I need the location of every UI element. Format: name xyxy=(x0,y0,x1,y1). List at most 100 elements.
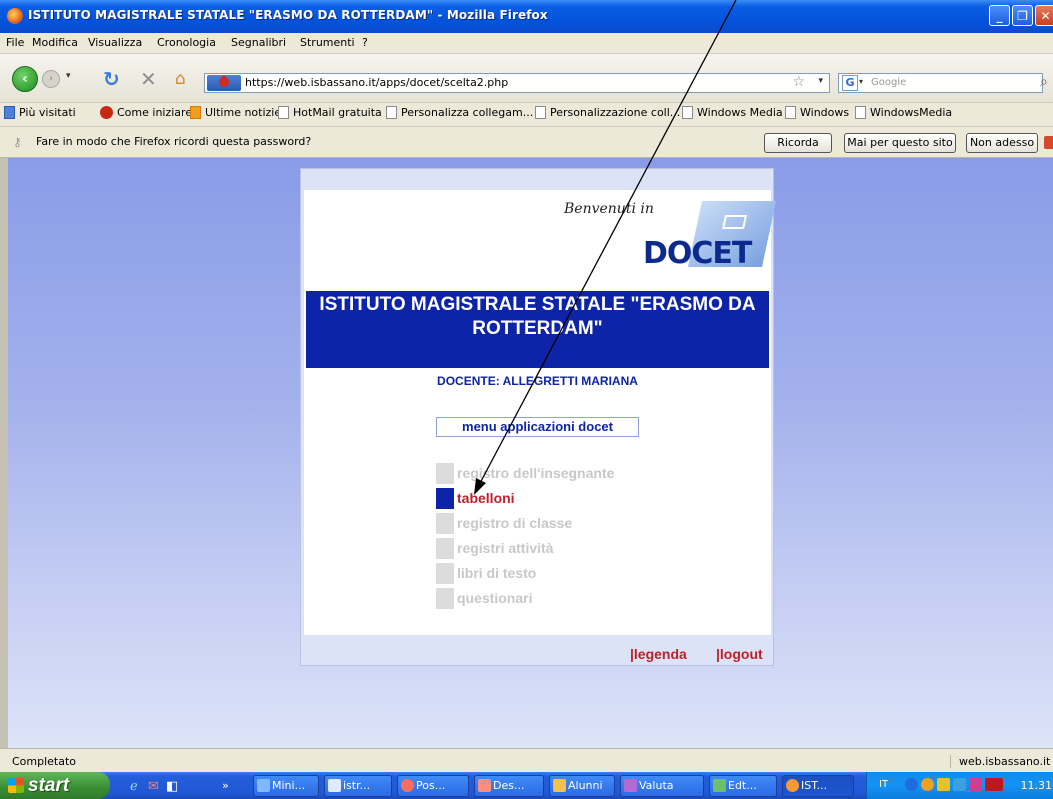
tray-mail-icon[interactable] xyxy=(969,778,982,791)
task-button[interactable]: Alunni xyxy=(549,775,615,797)
search-box[interactable]: G ▾ Google xyxy=(838,73,1043,93)
docet-logo: DOCET xyxy=(643,236,752,271)
bookmark-ultime-notizie[interactable]: Ultime notizie xyxy=(190,106,281,119)
legenda-link[interactable]: |legenda xyxy=(630,646,687,662)
menu-bullet xyxy=(436,463,454,484)
bookmark-personalizzazione[interactable]: Personalizzazione coll... xyxy=(535,106,680,119)
bookmark-label: Personalizzazione coll... xyxy=(550,106,681,119)
bookmark-come-iniziare[interactable]: Come iniziare xyxy=(100,106,192,119)
firefox-bookmark-icon xyxy=(100,106,113,119)
close-notification-icon[interactable] xyxy=(1044,136,1053,149)
menu-bullet xyxy=(436,488,454,509)
task-button[interactable]: istr... xyxy=(324,775,392,797)
clock: 11.31 xyxy=(1020,779,1053,792)
ie-quicklaunch-icon[interactable]: ℯ xyxy=(130,779,138,794)
status-bar: Completato web.isbassano.it xyxy=(0,748,1053,773)
menu-bullet xyxy=(436,538,454,559)
search-engine-icon[interactable]: G xyxy=(842,75,858,91)
teacher-name: DOCENTE: ALLEGRETTI MARIANA xyxy=(437,374,638,388)
not-now-button[interactable]: Non adesso xyxy=(966,133,1038,153)
menu-cronologia[interactable]: Cronologia xyxy=(157,36,216,49)
search-engine-dropdown-icon[interactable]: ▾ xyxy=(859,77,863,86)
task-button[interactable]: Pos... xyxy=(397,775,469,797)
bookmark-label: Più visitati xyxy=(19,106,76,119)
start-label: start xyxy=(28,775,70,796)
minimize-button[interactable]: _ xyxy=(989,5,1010,26)
bookmark-label: Ultime notizie xyxy=(205,106,282,119)
menu-item-label: libri di testo xyxy=(457,565,537,581)
forward-arrow-icon[interactable]: › xyxy=(42,70,60,88)
rss-icon xyxy=(190,106,201,119)
document-icon xyxy=(328,779,341,792)
users-icon xyxy=(553,779,566,792)
window-title: ISTITUTO MAGISTRALE STATALE "ERASMO DA R… xyxy=(28,8,548,22)
bookmark-label: Windows xyxy=(800,106,850,119)
task-label: Valuta xyxy=(639,779,674,792)
logout-link[interactable]: |logout xyxy=(716,646,763,662)
history-dropdown-icon[interactable]: ▾ xyxy=(66,71,71,81)
task-button-active[interactable]: IST... xyxy=(782,775,854,797)
bookmark-hotmail[interactable]: HotMail gratuita xyxy=(278,106,382,119)
bookmark-piu-visitati[interactable]: Più visitati xyxy=(4,106,76,119)
search-placeholder: Google xyxy=(871,77,907,88)
welcome-text: Benvenuti in xyxy=(564,201,654,217)
bookmark-star-icon[interactable]: ☆ xyxy=(792,74,805,90)
start-button[interactable]: start xyxy=(0,772,110,799)
mail-icon xyxy=(401,779,414,792)
bookmark-personalizza[interactable]: Personalizza collegam... xyxy=(386,106,533,119)
home-icon[interactable]: ⌂ xyxy=(175,67,186,91)
mail-quicklaunch-icon[interactable]: ✉ xyxy=(148,779,159,794)
remember-button[interactable]: Ricorda xyxy=(764,133,832,153)
close-button[interactable]: ✕ xyxy=(1035,5,1053,26)
back-arrow-icon[interactable]: ‹ xyxy=(12,66,38,92)
url-dropdown-icon[interactable]: ▾ xyxy=(818,76,823,86)
status-host: web.isbassano.it xyxy=(950,755,1050,768)
language-indicator[interactable]: IT xyxy=(879,779,888,790)
tray-arrow-icon[interactable] xyxy=(905,778,918,791)
firefox-icon xyxy=(786,779,799,792)
tray-security-icon[interactable] xyxy=(937,778,950,791)
task-button[interactable]: Mini... xyxy=(253,775,319,797)
maximize-button[interactable]: ❐ xyxy=(1012,5,1033,26)
page-icon xyxy=(785,106,796,119)
tray-network-icon[interactable] xyxy=(953,778,966,791)
school-banner: ISTITUTO MAGISTRALE STATALE "ERASMO DA R… xyxy=(306,291,769,368)
school-name: ISTITUTO MAGISTRALE STATALE "ERASMO DA R… xyxy=(319,294,756,339)
reload-icon[interactable]: ↻ xyxy=(103,67,120,91)
desktop-quicklaunch-icon[interactable]: ◧ xyxy=(166,779,178,794)
menu-file[interactable]: File xyxy=(6,36,24,49)
site-identity-icon[interactable] xyxy=(207,74,241,91)
task-button[interactable]: Des... xyxy=(474,775,544,797)
bookmark-windowsmedia[interactable]: WindowsMedia xyxy=(855,106,952,119)
menu-item-label: registro dell'insegnante xyxy=(457,465,615,481)
key-icon: ⚷ xyxy=(13,135,22,149)
page-icon xyxy=(855,106,866,119)
bookmark-windows[interactable]: Windows xyxy=(785,106,849,119)
firefox-icon xyxy=(7,8,23,24)
windows-logo-icon xyxy=(8,778,24,793)
window-title-bar[interactable]: ISTITUTO MAGISTRALE STATALE "ERASMO DA R… xyxy=(0,0,1053,33)
task-label: istr... xyxy=(343,779,371,792)
address-bar[interactable]: https://web.isbassano.it/apps/docet/scel… xyxy=(204,73,830,93)
bookmark-windows-media[interactable]: Windows Media xyxy=(682,106,783,119)
menu-help[interactable]: ? xyxy=(362,36,368,49)
app-icon xyxy=(624,779,637,792)
never-for-site-button[interactable]: Mai per questo sito xyxy=(844,133,956,153)
menu-item-label: questionari xyxy=(457,590,533,606)
folder-icon xyxy=(4,106,15,119)
task-button[interactable]: Edt... xyxy=(709,775,777,797)
menu-strumenti[interactable]: Strumenti xyxy=(300,36,355,49)
menu-item-label: registro di classe xyxy=(457,515,573,531)
task-label: Alunni xyxy=(568,779,603,792)
menu-modifica[interactable]: Modifica xyxy=(32,36,78,49)
task-button[interactable]: Valuta xyxy=(620,775,704,797)
bookmark-label: Come iniziare xyxy=(117,106,193,119)
more-quicklaunch-icon[interactable]: » xyxy=(222,779,229,792)
tray-ati-icon[interactable] xyxy=(985,778,1003,791)
menu-segnalibri[interactable]: Segnalibri xyxy=(231,36,286,49)
task-label: Des... xyxy=(493,779,525,792)
menu-visualizza[interactable]: Visualizza xyxy=(88,36,142,49)
stop-icon[interactable]: ✕ xyxy=(140,67,157,91)
search-icon[interactable]: ⌕ xyxy=(1040,74,1048,90)
tray-user-icon[interactable] xyxy=(921,778,934,791)
